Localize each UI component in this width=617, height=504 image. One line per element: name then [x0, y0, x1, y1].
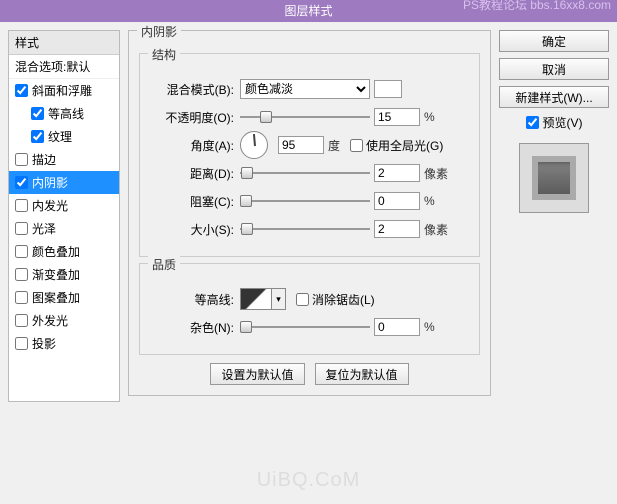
titlebar[interactable]: 图层样式 PS教程论坛 bbs.16xx8.com: [0, 0, 617, 22]
ok-button[interactable]: 确定: [499, 30, 609, 52]
main-panel: 内阴影 结构 混合模式(B): 颜色减淡 不透明度(O): %: [128, 30, 491, 402]
style-item[interactable]: 投影: [9, 332, 119, 355]
window-title: 图层样式: [284, 4, 332, 18]
style-item[interactable]: 斜面和浮雕: [9, 79, 119, 102]
style-item[interactable]: 内阴影: [9, 171, 119, 194]
watermark-bottom: UiBQ.CoM: [257, 469, 361, 492]
style-checkbox[interactable]: [15, 268, 28, 281]
angle-dial[interactable]: [240, 131, 268, 159]
style-label: 光泽: [32, 220, 56, 237]
style-item[interactable]: 颜色叠加: [9, 240, 119, 263]
style-item[interactable]: 渐变叠加: [9, 263, 119, 286]
distance-unit: 像素: [424, 165, 448, 182]
shadow-color-swatch[interactable]: [374, 80, 402, 98]
style-label: 描边: [32, 151, 56, 168]
set-default-button[interactable]: 设置为默认值: [210, 363, 304, 385]
style-item[interactable]: 内发光: [9, 194, 119, 217]
antialias-label[interactable]: 消除锯齿(L): [296, 291, 375, 308]
style-item[interactable]: 外发光: [9, 309, 119, 332]
style-item[interactable]: 描边: [9, 148, 119, 171]
blend-mode-label: 混合模式(B):: [150, 81, 240, 98]
size-input[interactable]: [374, 220, 420, 238]
opacity-label: 不透明度(O):: [150, 109, 240, 126]
style-item[interactable]: 纹理: [9, 125, 119, 148]
style-checkbox[interactable]: [15, 176, 28, 189]
style-checkbox[interactable]: [15, 337, 28, 350]
style-label: 颜色叠加: [32, 243, 80, 260]
preview-row[interactable]: 预览(V): [499, 114, 609, 131]
style-item[interactable]: 图案叠加: [9, 286, 119, 309]
contour-label: 等高线:: [150, 291, 240, 308]
size-label: 大小(S):: [150, 221, 240, 238]
quality-group: 品质 等高线: ▾ 消除锯齿(L) 杂色(N):: [139, 263, 480, 355]
choke-slider[interactable]: [240, 194, 370, 208]
style-checkbox[interactable]: [15, 199, 28, 212]
structure-group: 结构 混合模式(B): 颜色减淡 不透明度(O): % 角度(A):: [139, 53, 480, 257]
style-checkbox[interactable]: [15, 222, 28, 235]
preview-thumbnail: [532, 156, 576, 200]
new-style-button[interactable]: 新建样式(W)...: [499, 86, 609, 108]
choke-label: 阻塞(C):: [150, 193, 240, 210]
quality-title: 品质: [148, 256, 180, 273]
style-item[interactable]: 等高线: [9, 102, 119, 125]
blend-mode-select[interactable]: 颜色减淡: [240, 79, 370, 99]
preview-label: 预览(V): [543, 114, 583, 131]
inner-shadow-group: 内阴影 结构 混合模式(B): 颜色减淡 不透明度(O): %: [128, 30, 491, 396]
style-label: 等高线: [48, 105, 84, 122]
contour-swatch[interactable]: [240, 288, 272, 310]
style-label: 投影: [32, 335, 56, 352]
distance-input[interactable]: [374, 164, 420, 182]
style-label: 斜面和浮雕: [32, 82, 92, 99]
preview-checkbox[interactable]: [526, 116, 539, 129]
style-label: 内发光: [32, 197, 68, 214]
style-checkbox[interactable]: [15, 245, 28, 258]
blend-options[interactable]: 混合选项:默认: [9, 55, 119, 79]
distance-label: 距离(D):: [150, 165, 240, 182]
style-checkbox[interactable]: [15, 314, 28, 327]
style-label: 内阴影: [32, 174, 68, 191]
antialias-checkbox[interactable]: [296, 293, 309, 306]
style-checkbox[interactable]: [31, 107, 44, 120]
size-unit: 像素: [424, 221, 448, 238]
global-light-label[interactable]: 使用全局光(G): [350, 137, 443, 154]
angle-label: 角度(A):: [150, 137, 240, 154]
opacity-unit: %: [424, 110, 435, 124]
group-heading: 内阴影: [137, 23, 181, 40]
noise-input[interactable]: [374, 318, 420, 336]
watermark-top: PS教程论坛 bbs.16xx8.com: [463, 0, 611, 12]
style-label: 图案叠加: [32, 289, 80, 306]
opacity-slider[interactable]: [240, 110, 370, 124]
style-checkbox[interactable]: [31, 130, 44, 143]
opacity-input[interactable]: [374, 108, 420, 126]
style-label: 渐变叠加: [32, 266, 80, 283]
style-checkbox[interactable]: [15, 84, 28, 97]
contour-picker[interactable]: ▾: [240, 288, 286, 310]
style-checkbox[interactable]: [15, 153, 28, 166]
chevron-down-icon[interactable]: ▾: [272, 288, 286, 310]
choke-unit: %: [424, 194, 435, 208]
right-panel: 确定 取消 新建样式(W)... 预览(V): [499, 30, 609, 402]
size-slider[interactable]: [240, 222, 370, 236]
styles-header[interactable]: 样式: [9, 31, 119, 55]
style-checkbox[interactable]: [15, 291, 28, 304]
reset-default-button[interactable]: 复位为默认值: [315, 363, 409, 385]
style-label: 外发光: [32, 312, 68, 329]
noise-label: 杂色(N):: [150, 319, 240, 336]
cancel-button[interactable]: 取消: [499, 58, 609, 80]
layer-style-dialog: 图层样式 PS教程论坛 bbs.16xx8.com 样式 混合选项:默认 斜面和…: [0, 0, 617, 504]
style-label: 纹理: [48, 128, 72, 145]
noise-unit: %: [424, 320, 435, 334]
structure-title: 结构: [148, 46, 180, 63]
preview-box: [519, 143, 589, 213]
angle-unit: 度: [328, 137, 340, 154]
global-light-checkbox[interactable]: [350, 139, 363, 152]
style-item[interactable]: 光泽: [9, 217, 119, 240]
noise-slider[interactable]: [240, 320, 370, 334]
distance-slider[interactable]: [240, 166, 370, 180]
choke-input[interactable]: [374, 192, 420, 210]
angle-input[interactable]: [278, 136, 324, 154]
styles-panel: 样式 混合选项:默认 斜面和浮雕等高线纹理描边内阴影内发光光泽颜色叠加渐变叠加图…: [8, 30, 120, 402]
